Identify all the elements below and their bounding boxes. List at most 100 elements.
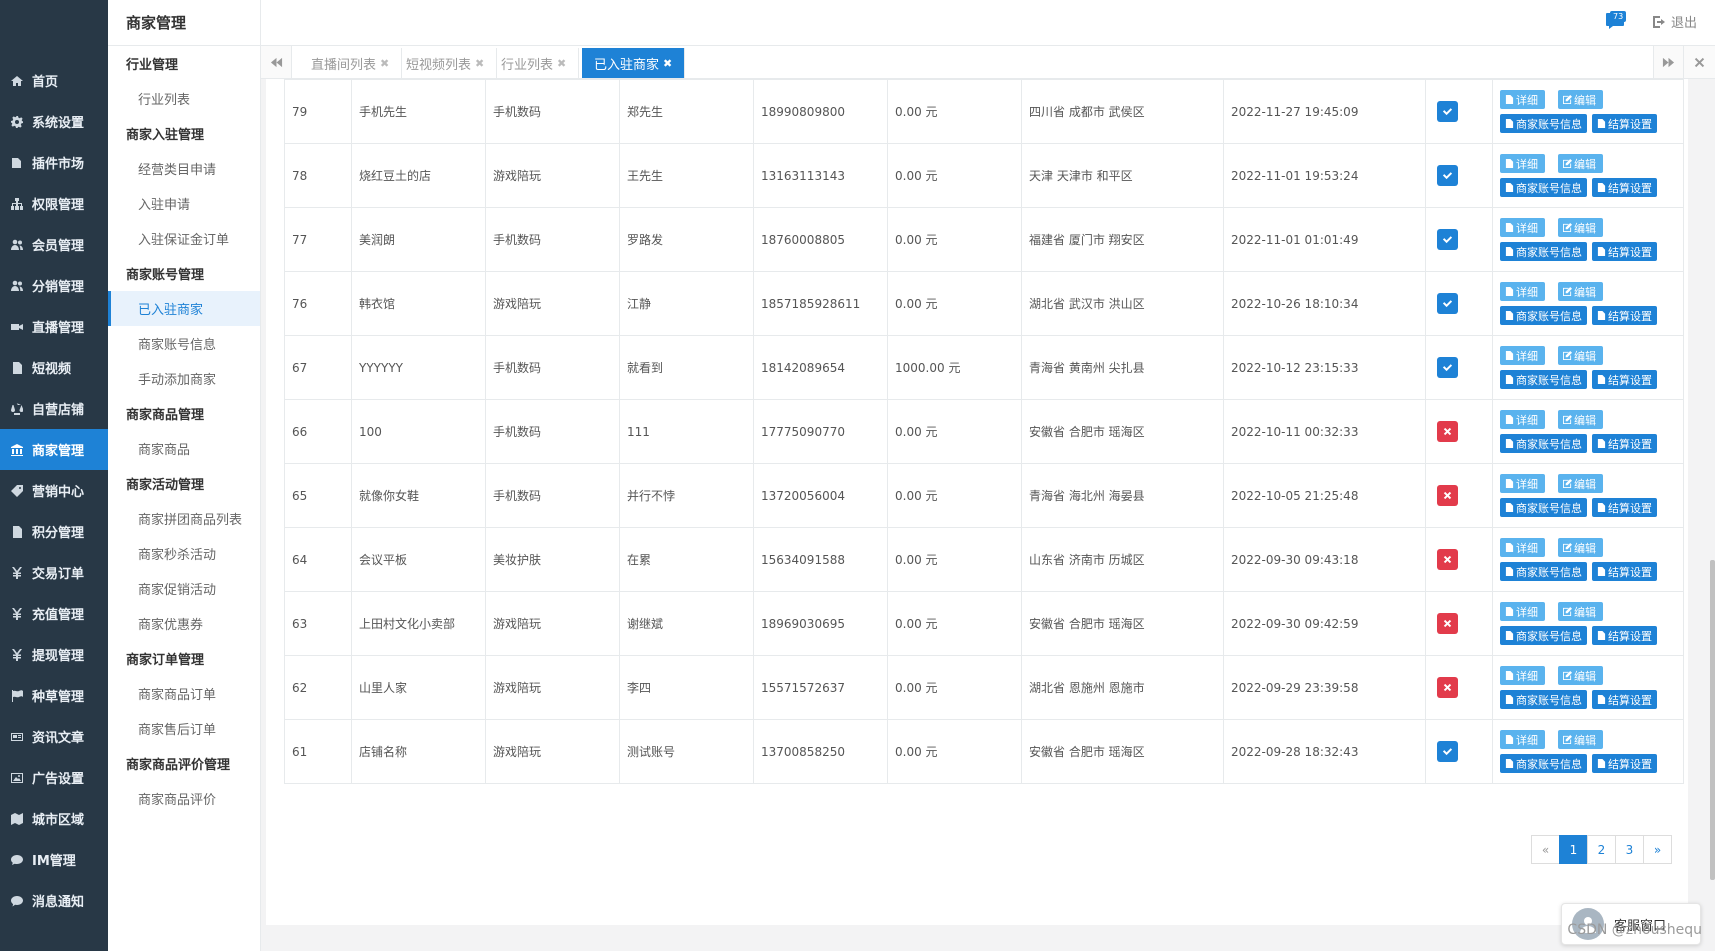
tabs-scroll-left-button[interactable] (261, 46, 292, 78)
tab-3[interactable]: 已入驻商家 ✖ (582, 48, 686, 78)
account-info-button[interactable]: 商家账号信息 (1500, 242, 1587, 261)
detail-button[interactable]: 详细 (1500, 602, 1545, 621)
sidebar-item-6[interactable]: 直播管理 (0, 306, 108, 347)
settlement-button[interactable]: 结算设置 (1592, 178, 1657, 197)
sidebar-item-11[interactable]: 积分管理 (0, 511, 108, 552)
sidebar-item-14[interactable]: 提现管理 (0, 634, 108, 675)
tab-0[interactable]: 直播间列表 ✖ (299, 48, 403, 78)
tab-close-icon[interactable]: ✖ (475, 57, 484, 70)
settlement-button[interactable]: 结算设置 (1592, 754, 1657, 773)
page-scrollbar[interactable] (1710, 560, 1715, 880)
submenu-item[interactable]: 入驻保证金订单 (108, 221, 260, 256)
submenu-item[interactable]: 已入驻商家 (108, 291, 260, 326)
settlement-button[interactable]: 结算设置 (1592, 434, 1657, 453)
close-tabs-button[interactable] (1684, 46, 1715, 78)
account-info-button[interactable]: 商家账号信息 (1500, 114, 1587, 133)
edit-button[interactable]: 编辑 (1558, 474, 1603, 493)
page-2-button[interactable]: 2 (1587, 835, 1616, 864)
sidebar-item-3[interactable]: 权限管理 (0, 183, 108, 224)
submenu-item[interactable]: 商家商品订单 (108, 676, 260, 711)
sidebar-item-17[interactable]: 广告设置 (0, 757, 108, 798)
account-info-button[interactable]: 商家账号信息 (1500, 306, 1587, 325)
detail-button[interactable]: 详细 (1500, 282, 1545, 301)
submenu-item[interactable]: 经营类目申请 (108, 151, 260, 186)
status-enabled-checkbox[interactable] (1437, 229, 1458, 250)
message-button[interactable]: 73 (1605, 11, 1627, 30)
logout-button[interactable]: 退出 (1652, 12, 1697, 31)
sidebar-item-20[interactable]: 消息通知 (0, 880, 108, 921)
settlement-button[interactable]: 结算设置 (1592, 690, 1657, 709)
edit-button[interactable]: 编辑 (1558, 666, 1603, 685)
submenu-item[interactable]: 入驻申请 (108, 186, 260, 221)
settlement-button[interactable]: 结算设置 (1592, 306, 1657, 325)
edit-button[interactable]: 编辑 (1558, 410, 1603, 429)
status-enabled-checkbox[interactable] (1437, 741, 1458, 762)
status-disabled-checkbox[interactable] (1437, 549, 1458, 570)
status-enabled-checkbox[interactable] (1437, 357, 1458, 378)
account-info-button[interactable]: 商家账号信息 (1500, 754, 1587, 773)
submenu-item[interactable]: 商家优惠券 (108, 606, 260, 641)
sidebar-item-4[interactable]: 会员管理 (0, 224, 108, 265)
edit-button[interactable]: 编辑 (1558, 602, 1603, 621)
page-3-button[interactable]: 3 (1615, 835, 1644, 864)
sidebar-item-12[interactable]: 交易订单 (0, 552, 108, 593)
sidebar-item-5[interactable]: 分销管理 (0, 265, 108, 306)
submenu-item[interactable]: 商家促销活动 (108, 571, 260, 606)
submenu-item[interactable]: 商家账号信息 (108, 326, 260, 361)
sidebar-item-7[interactable]: 短视频 (0, 347, 108, 388)
detail-button[interactable]: 详细 (1500, 410, 1545, 429)
status-disabled-checkbox[interactable] (1437, 677, 1458, 698)
sidebar-item-15[interactable]: 种草管理 (0, 675, 108, 716)
detail-button[interactable]: 详细 (1500, 538, 1545, 557)
detail-button[interactable]: 详细 (1500, 730, 1545, 749)
edit-button[interactable]: 编辑 (1558, 730, 1603, 749)
submenu-item[interactable]: 商家拼团商品列表 (108, 501, 260, 536)
edit-button[interactable]: 编辑 (1558, 282, 1603, 301)
status-disabled-checkbox[interactable] (1437, 421, 1458, 442)
status-enabled-checkbox[interactable] (1437, 165, 1458, 186)
sidebar-item-0[interactable]: 首页 (0, 60, 108, 101)
sidebar-item-10[interactable]: 营销中心 (0, 470, 108, 511)
page-1-button[interactable]: 1 (1559, 835, 1588, 864)
settlement-button[interactable]: 结算设置 (1592, 114, 1657, 133)
edit-button[interactable]: 编辑 (1558, 154, 1603, 173)
submenu-item[interactable]: 商家售后订单 (108, 711, 260, 746)
detail-button[interactable]: 详细 (1500, 90, 1545, 109)
sidebar-item-18[interactable]: 城市区域 (0, 798, 108, 839)
prev-page-button[interactable]: « (1531, 835, 1560, 864)
detail-button[interactable]: 详细 (1500, 218, 1545, 237)
settlement-button[interactable]: 结算设置 (1592, 242, 1657, 261)
submenu-item[interactable]: 商家商品 (108, 431, 260, 466)
detail-button[interactable]: 详细 (1500, 666, 1545, 685)
submenu-item[interactable]: 行业列表 (108, 81, 260, 116)
settlement-button[interactable]: 结算设置 (1592, 498, 1657, 517)
status-enabled-checkbox[interactable] (1437, 101, 1458, 122)
tab-close-icon[interactable]: ✖ (557, 57, 566, 70)
submenu-item[interactable]: 手动添加商家 (108, 361, 260, 396)
sidebar-item-8[interactable]: 自营店铺 (0, 388, 108, 429)
settlement-button[interactable]: 结算设置 (1592, 626, 1657, 645)
account-info-button[interactable]: 商家账号信息 (1500, 626, 1587, 645)
settlement-button[interactable]: 结算设置 (1592, 370, 1657, 389)
sidebar-item-2[interactable]: 插件市场 (0, 142, 108, 183)
account-info-button[interactable]: 商家账号信息 (1500, 178, 1587, 197)
sidebar-item-13[interactable]: 充值管理 (0, 593, 108, 634)
status-disabled-checkbox[interactable] (1437, 485, 1458, 506)
sidebar-item-19[interactable]: IM管理 (0, 839, 108, 880)
edit-button[interactable]: 编辑 (1558, 538, 1603, 557)
account-info-button[interactable]: 商家账号信息 (1500, 434, 1587, 453)
edit-button[interactable]: 编辑 (1558, 90, 1603, 109)
account-info-button[interactable]: 商家账号信息 (1500, 370, 1587, 389)
status-enabled-checkbox[interactable] (1437, 293, 1458, 314)
detail-button[interactable]: 详细 (1500, 346, 1545, 365)
sidebar-item-1[interactable]: 系统设置 (0, 101, 108, 142)
tab-close-icon[interactable]: ✖ (663, 57, 672, 70)
tab-1[interactable]: 短视频列表 ✖ (394, 48, 498, 78)
submenu-item[interactable]: 商家商品评价 (108, 781, 260, 816)
tab-2[interactable]: 行业列表 ✖ (489, 48, 580, 78)
next-page-button[interactable]: » (1643, 835, 1672, 864)
account-info-button[interactable]: 商家账号信息 (1500, 562, 1587, 581)
tab-close-icon[interactable]: ✖ (380, 57, 389, 70)
status-disabled-checkbox[interactable] (1437, 613, 1458, 634)
detail-button[interactable]: 详细 (1500, 474, 1545, 493)
